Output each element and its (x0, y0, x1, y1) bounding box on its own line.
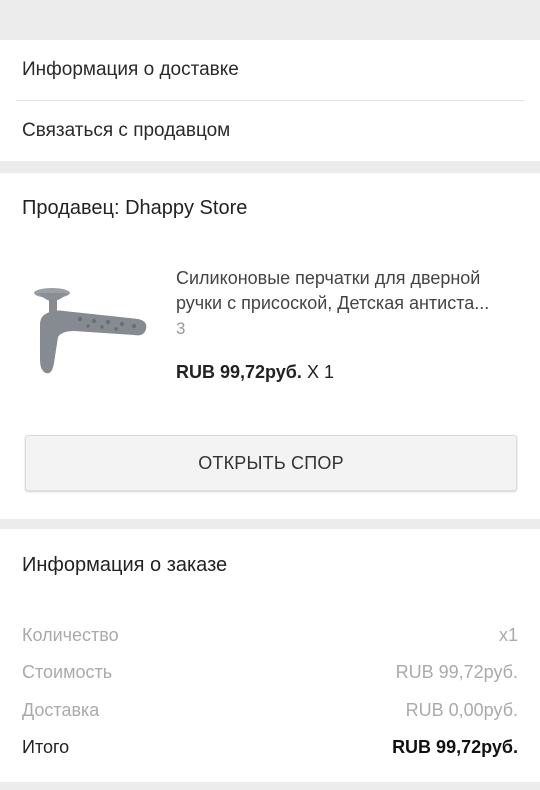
product-sku: 3 (176, 319, 186, 338)
product-title[interactable]: Силиконовые перчатки для дверной ручки с… (176, 266, 520, 316)
order-info-title: Информация о заказе (22, 554, 228, 576)
row-label: Итого (22, 737, 70, 757)
product-price: RUB 99,72руб. (176, 362, 302, 382)
links-card: Информация о доставке Связаться с продав… (0, 40, 540, 161)
silicone-door-handle-glove-icon (34, 288, 147, 374)
contact-seller-link[interactable]: Связаться с продавцом (0, 101, 540, 161)
product-quantity: X 1 (306, 362, 334, 382)
row-value: x1 (498, 625, 518, 645)
row-value: RUB 99,72руб. (392, 737, 518, 757)
product-image[interactable] (22, 263, 154, 403)
seller-card: Продавец: Dhappy Store Силиконовые перча… (0, 173, 540, 519)
row-value: RUB 0,00руб. (405, 700, 518, 720)
row-label: Количество (22, 625, 119, 645)
product-title-line2: ручки с присоской, Детская антиста... (176, 293, 490, 313)
row-value: RUB 99,72руб. (395, 662, 518, 682)
delivery-info-link[interactable]: Информация о доставке (0, 40, 540, 100)
order-info-card: Информация о заказе Количество x1 Стоимо… (0, 529, 540, 782)
open-dispute-button[interactable]: ОТКРЫТЬ СПОР (25, 435, 517, 491)
row-label: Доставка (22, 700, 100, 720)
product-title-line1: Силиконовые перчатки для дверной (176, 268, 481, 288)
seller-name[interactable]: Продавец: Dhappy Store (22, 197, 247, 220)
product-price-line: RUB 99,72руб. X 1 (176, 362, 334, 383)
row-label: Стоимость (22, 662, 113, 682)
